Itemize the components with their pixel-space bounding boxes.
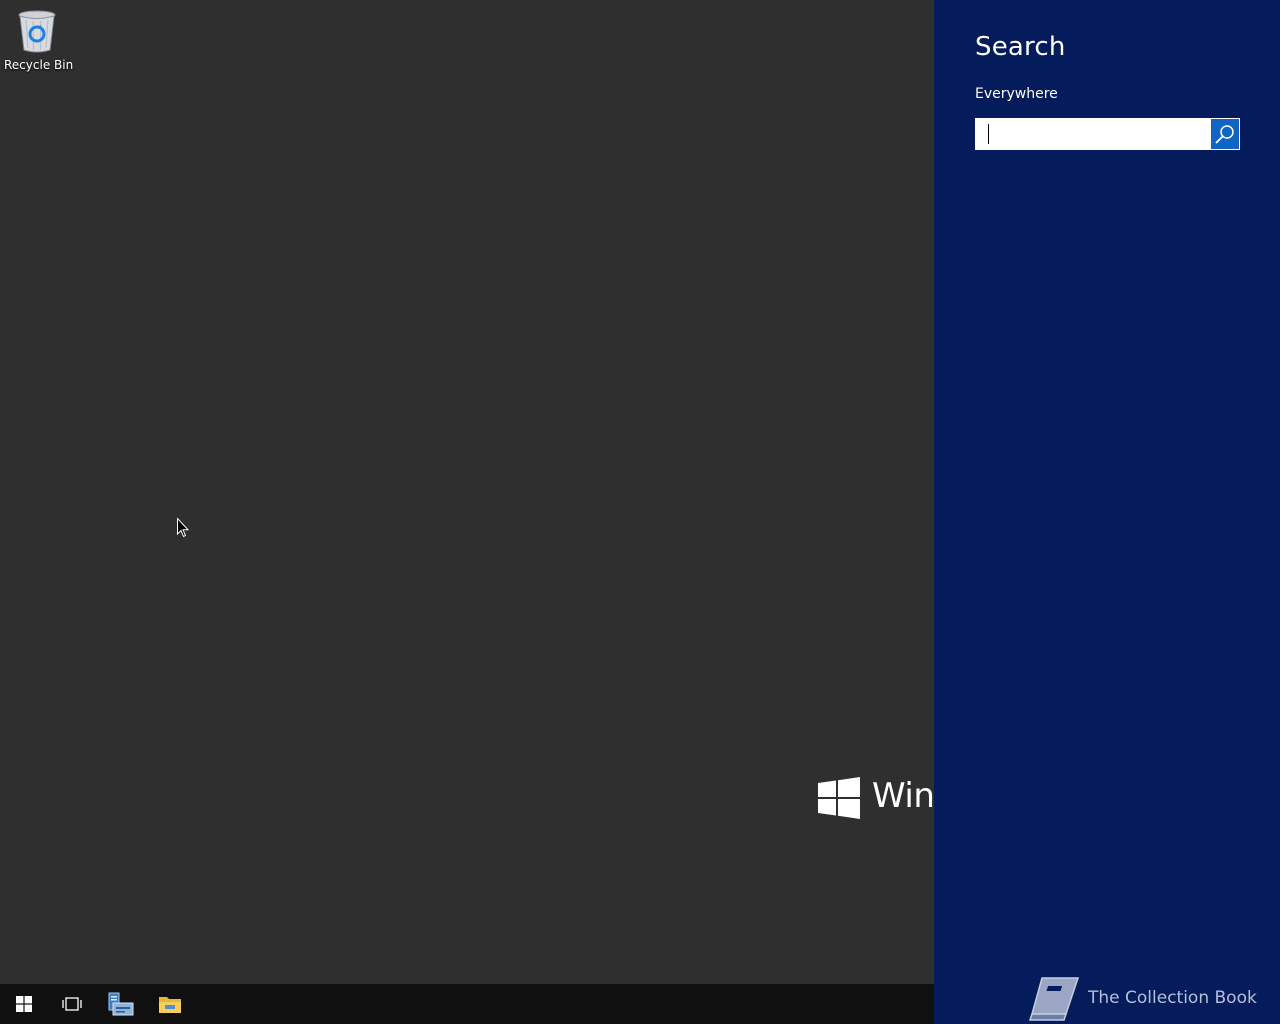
search-charm-panel: Search Everywhere The Collection Book: [934, 0, 1280, 1024]
server-manager-button[interactable]: [97, 984, 145, 1024]
book-icon: [1028, 977, 1080, 1021]
file-explorer-button[interactable]: [146, 984, 194, 1024]
windows-logo-icon: [818, 777, 860, 819]
taskbar: [0, 984, 934, 1024]
windows-start-icon: [16, 996, 32, 1012]
server-manager-icon: [108, 992, 134, 1016]
brand-watermark: The Collection Book: [1028, 973, 1257, 1023]
brand-text: The Collection Book: [1088, 988, 1257, 1008]
recycle-bin-icon: [18, 10, 56, 53]
watermark-text: Winc: [872, 776, 934, 816]
windows-watermark: Winc: [818, 776, 934, 822]
search-scope-selector[interactable]: Everywhere: [975, 86, 1058, 102]
search-box: [975, 118, 1240, 150]
charm-title: Search: [975, 32, 1066, 62]
search-button[interactable]: [1210, 118, 1240, 150]
desktop: Recycle Bin Winc: [0, 0, 934, 984]
folder-icon: [159, 997, 181, 1013]
mouse-cursor-icon: [177, 517, 190, 542]
search-input[interactable]: [975, 118, 1210, 150]
recycle-bin-label: Recycle Bin: [4, 58, 74, 72]
task-view-icon: [62, 997, 82, 1011]
search-icon: [1215, 125, 1234, 144]
text-caret: [988, 124, 989, 144]
start-button[interactable]: [0, 984, 48, 1024]
recycle-bin-shortcut[interactable]: Recycle Bin: [4, 6, 74, 76]
task-view-button[interactable]: [48, 984, 96, 1024]
